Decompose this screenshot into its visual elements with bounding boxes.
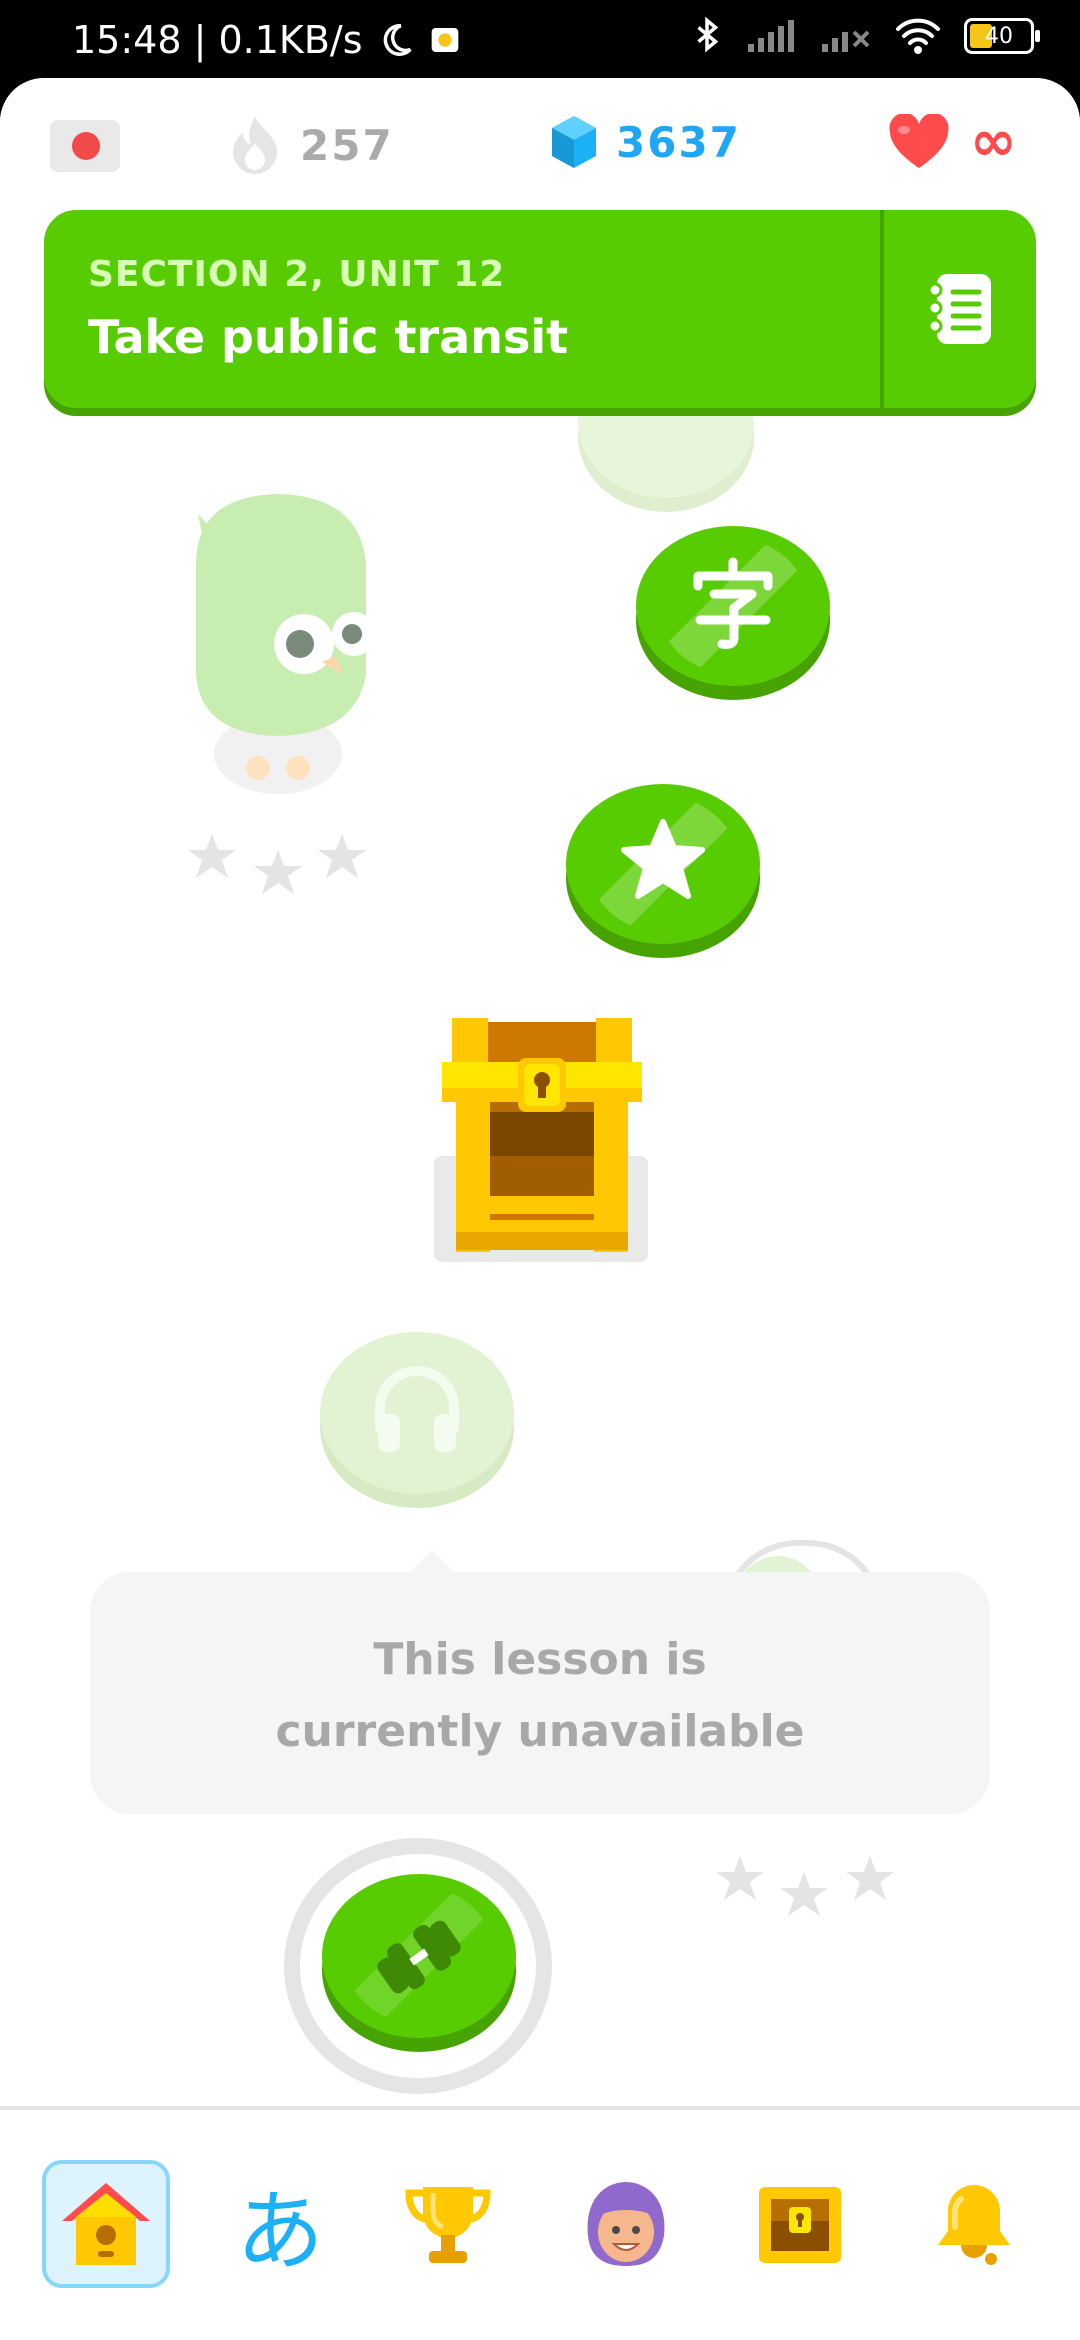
unavailable-tooltip: This lesson is currently unavailable — [90, 1550, 990, 1814]
battery-level: 40 — [985, 23, 1013, 49]
heart-icon — [889, 114, 949, 168]
chest-icon — [442, 1018, 642, 1252]
hearts-infinite: ∞ — [970, 109, 1019, 174]
gem-icon — [552, 116, 596, 168]
wifi-icon — [896, 18, 940, 54]
nav-learn[interactable] — [42, 2160, 170, 2288]
hearts-counter[interactable]: ∞ — [888, 114, 1019, 170]
gems-count: 3637 — [616, 117, 741, 167]
status-left: 15:48 | 0.1KB/s — [72, 18, 461, 62]
status-right: 40 — [690, 16, 1040, 56]
hiragana-icon: あ — [235, 2179, 324, 2283]
app-screen: This lesson is currently unavailable 257… — [0, 78, 1080, 2340]
home-icon — [62, 2183, 150, 2265]
nav-profile[interactable] — [562, 2160, 690, 2288]
unit-banner[interactable]: SECTION 2, UNIT 12 Take public transit — [44, 210, 1036, 408]
bell-icon — [938, 2185, 1010, 2265]
nav-leaderboards[interactable] — [384, 2160, 512, 2288]
path-node-listening[interactable] — [320, 1332, 514, 1494]
status-time: 15:48 | 0.1KB/s — [72, 18, 363, 62]
path-node-characters[interactable] — [636, 526, 830, 686]
path-node-practice[interactable] — [322, 1874, 516, 2038]
course-flag-button[interactable] — [50, 120, 120, 172]
bluetooth-icon — [697, 16, 719, 53]
owl-mascot-icon — [196, 494, 376, 794]
unit-title: Take public transit — [88, 310, 569, 364]
tooltip-message: This lesson is currently unavailable — [275, 1634, 805, 1757]
top-bar: 257 3637 ∞ — [0, 78, 1080, 210]
japan-flag-icon — [72, 132, 100, 160]
trophy-icon — [405, 2187, 491, 2263]
guidebook-button[interactable] — [884, 210, 1036, 408]
streak-counter[interactable]: 257 — [228, 114, 394, 176]
status-bar: 15:48 | 0.1KB/s 40 — [0, 0, 1080, 80]
moon-icon — [383, 24, 412, 56]
signal-icon — [748, 20, 794, 52]
headphones-icon — [375, 1366, 459, 1452]
notebook-icon — [927, 274, 991, 344]
nav-characters[interactable]: あ — [216, 2160, 344, 2288]
avatar-icon — [587, 2182, 665, 2266]
treasure-chest[interactable] — [432, 1018, 650, 1262]
learning-path: This lesson is currently unavailable — [0, 78, 1080, 2340]
streak-count: 257 — [300, 120, 394, 170]
signal-off-icon — [822, 30, 870, 52]
battery-icon: 40 — [964, 18, 1040, 54]
path-node-star[interactable] — [566, 784, 760, 944]
nav-shop[interactable] — [736, 2160, 864, 2288]
flame-icon — [233, 116, 277, 174]
bottom-navigation: あ — [0, 2106, 1080, 2340]
app-notification-icon — [431, 28, 458, 52]
stars-icon — [716, 1856, 894, 1916]
stars-icon — [188, 834, 366, 894]
chest-nav-icon — [759, 2187, 841, 2263]
nav-notifications[interactable] — [910, 2160, 1038, 2288]
section-label: SECTION 2, UNIT 12 — [88, 254, 506, 295]
star-icon — [621, 819, 705, 899]
gems-counter[interactable]: 3637 — [550, 114, 741, 170]
kanji-icon — [693, 557, 773, 649]
dumbbell-icon — [377, 1920, 461, 1994]
